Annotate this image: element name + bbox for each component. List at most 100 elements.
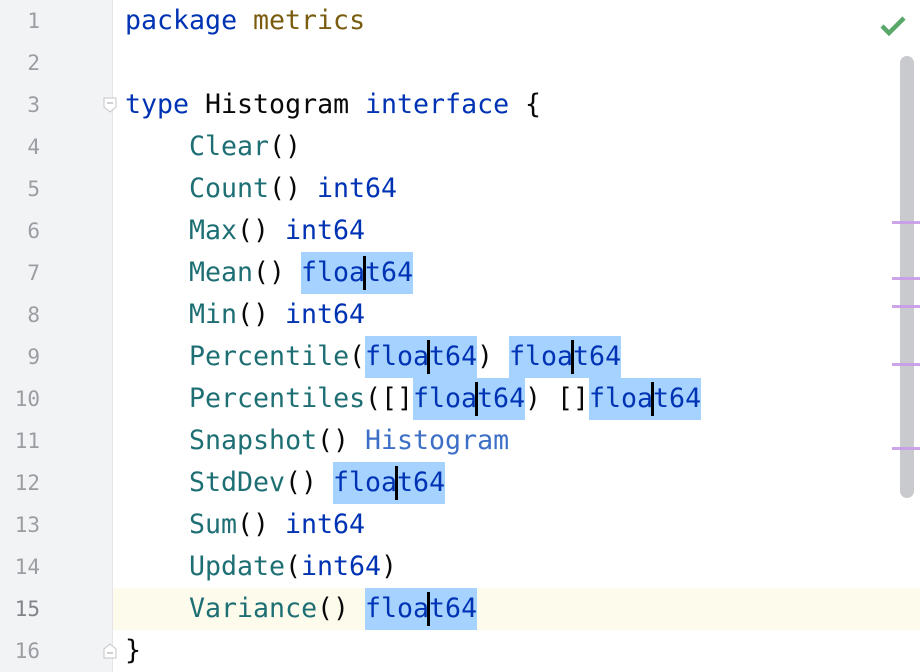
code-token: StdDev: [189, 467, 286, 498]
code-line[interactable]: Update(int64): [125, 546, 397, 588]
line-number: 8: [27, 303, 40, 327]
code-line[interactable]: Clear(): [125, 126, 301, 168]
code-token: Max: [189, 215, 238, 246]
code-token: int64: [301, 551, 382, 582]
scrollbar-usage-marker[interactable]: [892, 447, 920, 450]
fold-toggle-icon[interactable]: [103, 97, 117, 113]
code-token: (): [269, 131, 302, 162]
code-token: package: [125, 5, 238, 36]
code-line[interactable]: Percentiles([]float64) []float64: [125, 378, 701, 420]
line-number: 1: [27, 9, 40, 33]
code-token: interface: [365, 89, 510, 120]
scrollbar-usage-marker[interactable]: [892, 221, 920, 224]
code-token: (): [237, 215, 286, 246]
code-token: ): [477, 341, 510, 372]
text-caret: [363, 256, 366, 290]
code-token: int64: [317, 173, 398, 204]
line-number: 4: [27, 135, 40, 159]
code-token: ([]: [365, 383, 414, 414]
check-icon[interactable]: [880, 14, 906, 36]
code-token: Percentiles: [189, 383, 366, 414]
highlighted-identifier: float64: [365, 588, 477, 630]
line-number: 2: [27, 51, 40, 75]
line-number: 9: [27, 345, 40, 369]
code-token: int64: [285, 509, 366, 540]
line-number: 5: [27, 177, 40, 201]
line-number: 14: [14, 555, 40, 579]
text-caret: [475, 382, 478, 416]
code-token: Snapshot: [189, 425, 318, 456]
line-number: 7: [27, 261, 40, 285]
line-number: 12: [14, 471, 40, 495]
scrollbar-usage-marker[interactable]: [892, 363, 920, 366]
code-line[interactable]: Variance() float64: [125, 588, 477, 630]
line-number: 6: [27, 219, 40, 243]
text-caret: [571, 340, 574, 374]
code-token: Histogram: [189, 89, 366, 120]
code-line[interactable]: StdDev() float64: [125, 462, 445, 504]
code-token: Percentile: [189, 341, 350, 372]
line-number: 3: [27, 93, 40, 117]
code-token: metrics: [253, 5, 366, 36]
code-token: (): [269, 173, 318, 204]
line-number: 13: [14, 513, 40, 537]
code-token: (): [237, 299, 286, 330]
line-number: 15: [14, 597, 40, 621]
code-token: Count: [189, 173, 270, 204]
code-line[interactable]: Min() int64: [125, 294, 365, 336]
code-token: (): [253, 257, 302, 288]
code-token: (: [285, 551, 302, 582]
code-token: Min: [189, 299, 238, 330]
code-token: (): [285, 467, 334, 498]
code-token: Update: [189, 551, 286, 582]
line-number: 10: [14, 387, 40, 411]
line-number: 11: [14, 429, 40, 453]
code-token: (): [237, 509, 286, 540]
code-line[interactable]: Count() int64: [125, 168, 397, 210]
code-line[interactable]: Mean() float64: [125, 252, 413, 294]
code-line[interactable]: Sum() int64: [125, 504, 365, 546]
text-caret: [427, 592, 430, 626]
fold-toggle-icon[interactable]: [103, 643, 117, 659]
highlighted-identifier: float64: [365, 336, 477, 378]
code-line[interactable]: type Histogram interface {: [125, 84, 541, 126]
code-token: Mean: [189, 257, 254, 288]
code-line[interactable]: package metrics: [125, 0, 365, 42]
line-number: 16: [14, 639, 40, 663]
code-line[interactable]: Max() int64: [125, 210, 365, 252]
code-line[interactable]: Snapshot() Histogram: [125, 420, 509, 462]
text-caret: [427, 340, 430, 374]
code-token: {: [509, 89, 542, 120]
code-token: Sum: [189, 509, 238, 540]
text-caret: [651, 382, 654, 416]
scrollbar-usage-marker[interactable]: [892, 305, 920, 308]
code-token: Clear: [189, 131, 270, 162]
code-token: (): [317, 593, 366, 624]
code-token: (: [349, 341, 366, 372]
highlighted-identifier: float64: [589, 378, 701, 420]
highlighted-identifier: float64: [509, 336, 621, 378]
code-token: type: [125, 89, 190, 120]
code-token: (): [317, 425, 366, 456]
code-token: Histogram: [365, 425, 510, 456]
code-token: }: [125, 635, 142, 666]
code-line[interactable]: Percentile(float64) float64: [125, 336, 621, 378]
code-token: ) []: [525, 383, 590, 414]
scrollbar-usage-marker[interactable]: [892, 277, 920, 280]
code-token: ): [381, 551, 398, 582]
code-token: int64: [285, 299, 366, 330]
code-token: int64: [285, 215, 366, 246]
code-token: Variance: [189, 593, 318, 624]
code-line[interactable]: }: [125, 630, 141, 672]
